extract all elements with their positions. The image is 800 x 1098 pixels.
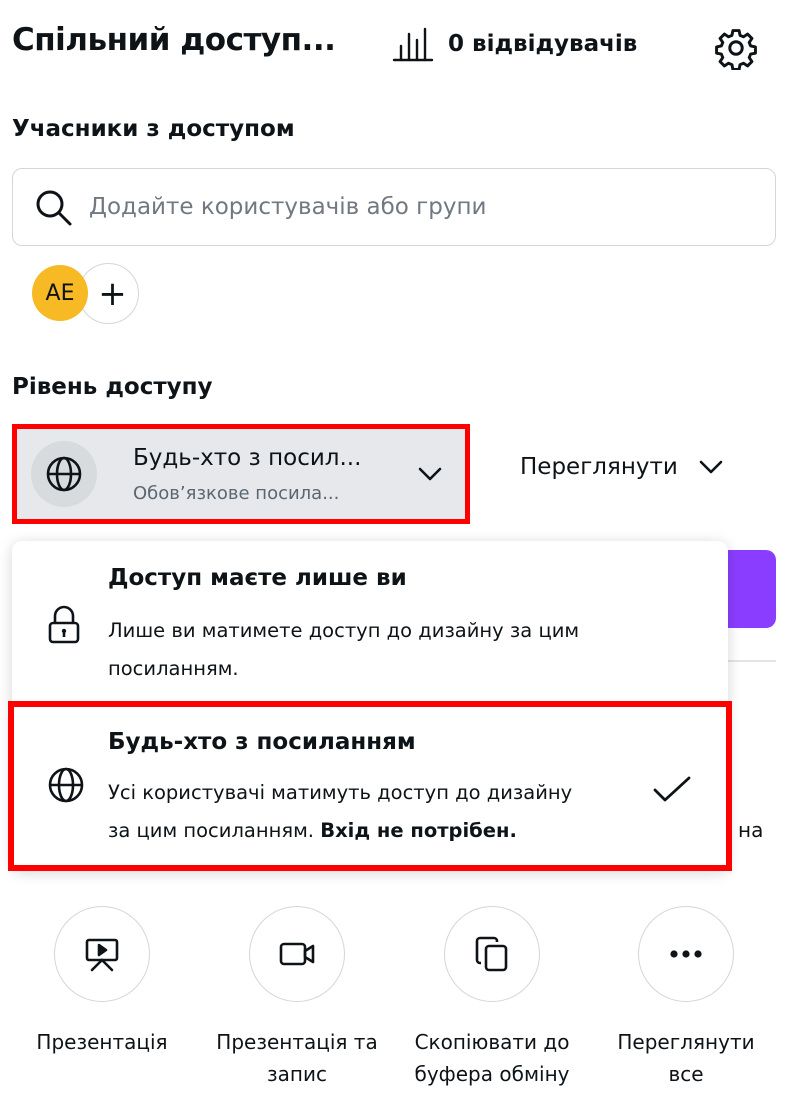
- globe-icon: [46, 456, 82, 492]
- presentation-icon: [85, 938, 119, 972]
- permission-dropdown[interactable]: Переглянути: [520, 454, 724, 480]
- people-search-field[interactable]: [12, 168, 776, 246]
- present-and-record-button[interactable]: [249, 906, 345, 1002]
- access-level-heading: Рівень доступу: [12, 374, 213, 400]
- partial-label: на: [738, 818, 764, 842]
- panel-title: Спільний доступ...: [12, 22, 336, 58]
- present-and-record-label: Презентація та запис: [216, 1030, 378, 1086]
- option-anyone-with-link[interactable]: Будь-хто з посиланням Усі користувачі ма…: [8, 701, 732, 871]
- visitors-count: 0 відвідувачів: [448, 31, 638, 57]
- settings-gear-icon[interactable]: [714, 26, 758, 70]
- user-avatar[interactable]: AE: [32, 265, 88, 321]
- permission-label: Переглянути: [520, 454, 678, 480]
- present-button[interactable]: [54, 906, 150, 1002]
- option-anyone-desc-line1: Усі користувачі матимуть доступ до дизай…: [108, 781, 573, 804]
- chevron-down-icon: [699, 460, 723, 474]
- see-all-label: Переглянути все: [617, 1030, 755, 1086]
- option-anyone-desc-text: за цим посиланням.: [108, 819, 314, 842]
- option-only-you[interactable]: Доступ маєте лише ви Лише ви матимете до…: [12, 541, 728, 701]
- globe-icon-container: [31, 441, 97, 507]
- search-icon: [36, 190, 72, 226]
- link-access-dropdown[interactable]: Будь-хто з посил... Обов’язкове посила..…: [12, 424, 470, 524]
- option-only-you-desc-line2: посиланням.: [108, 657, 239, 680]
- visitors-button[interactable]: 0 відвідувачів: [392, 26, 637, 62]
- link-access-selected-title: Будь-хто з посил...: [133, 444, 362, 471]
- copy-to-clipboard-button[interactable]: [444, 906, 540, 1002]
- bar-chart-icon: [392, 27, 434, 62]
- option-anyone-title: Будь-хто з посиланням: [108, 729, 416, 755]
- lock-icon: [48, 605, 80, 644]
- present-label: Презентація: [36, 1030, 168, 1054]
- option-only-you-title: Доступ маєте лише ви: [108, 565, 407, 591]
- more-icon: [670, 950, 702, 958]
- chevron-down-icon: [418, 467, 442, 481]
- option-anyone-desc-line2: за цим посиланням. Вхід не потрібен.: [108, 811, 517, 851]
- people-with-access-heading: Учасники з доступом: [12, 116, 295, 142]
- link-access-menu: Доступ маєте лише ви Лише ви матимете до…: [8, 541, 732, 871]
- people-search-input[interactable]: [89, 194, 729, 220]
- copy-to-clipboard-label: Скопіювати до буфера обміну: [414, 1030, 570, 1086]
- option-only-you-desc-line1: Лише ви матимете доступ до дизайну за ци…: [108, 619, 580, 642]
- option-anyone-desc-bold: Вхід не потрібен.: [320, 819, 517, 842]
- checkmark-icon: [653, 776, 691, 802]
- copy-icon: [475, 936, 508, 972]
- video-camera-icon: [279, 942, 315, 966]
- globe-icon: [48, 767, 84, 803]
- link-access-selected-subtitle: Обов’язкове посила...: [133, 482, 340, 504]
- see-all-button[interactable]: [638, 906, 734, 1002]
